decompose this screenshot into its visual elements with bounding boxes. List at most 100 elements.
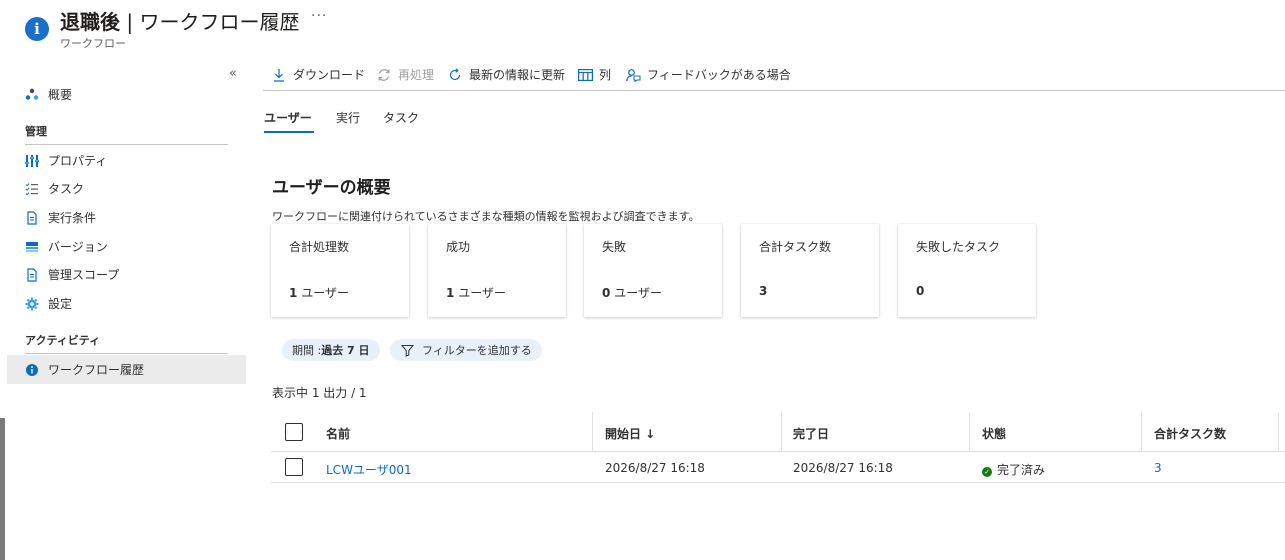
tab-tasks[interactable]: タスク — [383, 109, 419, 126]
reprocess-label: 再処理 — [398, 68, 435, 82]
sidebar-item-label: タスク — [48, 182, 85, 196]
page-title-main: 退職後 — [60, 10, 120, 34]
column-header-start-date[interactable]: 開始日 ↓ — [605, 425, 655, 442]
metric-card-total-processed: 合計処理数 1 ユーザー — [271, 224, 409, 317]
sidebar-item-overview[interactable]: 概要 — [7, 80, 246, 109]
reprocess-icon — [376, 67, 392, 83]
columns-label: 列 — [599, 68, 612, 82]
feedback-button[interactable]: フィードバックがある場合 — [625, 66, 791, 83]
overview-icon — [25, 88, 39, 102]
tab-runs[interactable]: 実行 — [336, 109, 360, 126]
end-date-cell: 2026/8/27 16:18 — [793, 461, 893, 475]
collapse-sidebar-button[interactable]: « — [229, 66, 237, 81]
refresh-icon — [447, 67, 463, 83]
more-options-button[interactable]: ··· — [311, 8, 327, 24]
sidebar-item-properties[interactable]: プロパティ — [7, 146, 246, 175]
sidebar-item-label: 概要 — [48, 88, 73, 102]
column-divider — [781, 412, 782, 452]
refresh-button[interactable]: 最新の情報に更新 — [447, 66, 565, 83]
page-title-rest: ワークフロー履歴 — [139, 10, 300, 34]
sidebar-item-tasks[interactable]: タスク — [7, 174, 246, 203]
section-title-activity: アクティビティ — [25, 334, 101, 347]
metric-number: 3 — [759, 284, 768, 298]
sidebar-item-execution-conditions[interactable]: 実行条件 — [7, 203, 246, 232]
select-all-checkbox[interactable] — [285, 423, 303, 441]
metric-value: 0 ユーザー — [602, 284, 662, 301]
feedback-label: フィードバックがある場合 — [647, 68, 791, 82]
metric-card-success: 成功 1 ユーザー — [428, 224, 566, 317]
metric-label: 合計処理数 — [289, 240, 350, 254]
metric-value: 1 ユーザー — [446, 284, 506, 301]
sidebar-item-versions[interactable]: バージョン — [7, 232, 246, 261]
metric-value: 1 ユーザー — [289, 284, 349, 301]
metric-unit: ユーザー — [458, 286, 506, 300]
document-icon — [25, 267, 39, 282]
start-date-cell: 2026/8/27 16:18 — [605, 461, 705, 475]
tab-users[interactable]: ユーザー — [264, 109, 312, 126]
section-divider — [25, 144, 228, 145]
table-row[interactable]: LCWユーザ001 2026/8/27 16:18 2026/8/27 16:1… — [271, 453, 1285, 483]
metric-label: 成功 — [446, 240, 471, 254]
sidebar-item-label: バージョン — [48, 240, 108, 254]
info-icon: i — [25, 17, 49, 41]
column-divider — [969, 412, 970, 452]
column-header-status[interactable]: 状態 — [982, 425, 1006, 442]
metric-label: 失敗したタスク — [916, 240, 1001, 254]
column-header-end-date[interactable]: 完了日 — [793, 425, 829, 442]
metric-label: 失敗 — [602, 240, 627, 254]
row-checkbox[interactable] — [285, 458, 303, 476]
page-header: i 退職後 | ワークフロー履歴 ··· ワークフロー — [0, 0, 1285, 60]
left-edge-strip — [0, 418, 5, 560]
section-title-manage: 管理 — [25, 125, 47, 138]
metric-card-failed: 失敗 0 ユーザー — [584, 224, 722, 317]
download-icon — [271, 67, 287, 83]
page-title-separator: | — [120, 10, 140, 34]
sidebar-item-label: ワークフロー履歴 — [48, 363, 145, 377]
page-title: 退職後 | ワークフロー履歴 — [60, 6, 299, 35]
metric-number: 0 — [916, 284, 925, 298]
download-button[interactable]: ダウンロード — [271, 66, 365, 83]
properties-icon — [25, 154, 39, 168]
active-tab-indicator — [264, 131, 314, 133]
result-count: 表示中 1 出力 / 1 — [272, 386, 367, 400]
period-filter-pill[interactable]: 期間 : 過去 7 日 — [282, 339, 380, 361]
command-bar: ダウンロード 再処理 最新の情報に更新 列 フィードバックがある場合 — [263, 60, 1285, 91]
column-divider — [592, 412, 593, 452]
metric-card-failed-tasks: 失敗したタスク 0 — [898, 224, 1036, 317]
sidebar-item-settings[interactable]: 設定 — [7, 289, 246, 318]
feedback-icon — [625, 67, 641, 83]
success-check-icon: ✓ — [982, 467, 992, 477]
metric-number: 1 — [446, 286, 455, 300]
sidebar-item-workflow-history[interactable]: ワークフロー履歴 — [7, 355, 246, 384]
metric-label: 合計タスク数 — [759, 240, 832, 254]
user-name-link[interactable]: LCWユーザ001 — [326, 461, 412, 478]
sidebar-item-label: 管理スコープ — [48, 268, 120, 282]
version-icon — [25, 240, 39, 254]
total-tasks-link[interactable]: 3 — [1154, 461, 1162, 475]
column-divider — [1141, 412, 1142, 452]
sidebar-item-label: 実行条件 — [48, 211, 97, 225]
metric-value: 3 — [759, 284, 767, 298]
column-header-name[interactable]: 名前 — [326, 425, 350, 442]
column-header-total-tasks[interactable]: 合計タスク数 — [1154, 425, 1226, 442]
sidebar-item-label: プロパティ — [48, 154, 108, 168]
metric-unit: ユーザー — [301, 286, 349, 300]
table-header: 名前 開始日 ↓ 完了日 状態 合計タスク数 — [271, 412, 1285, 452]
sidebar-item-admin-scope[interactable]: 管理スコープ — [7, 260, 246, 289]
reprocess-button[interactable]: 再処理 — [376, 66, 434, 83]
period-filter-value: 過去 7 日 — [321, 344, 370, 357]
info-icon — [25, 363, 39, 377]
metric-number: 0 — [602, 286, 611, 300]
document-icon — [25, 210, 39, 225]
add-filter-button[interactable]: フィルターを追加する — [390, 339, 542, 361]
sidebar: « 概要 管理 プロパティ タスク 実行条件 バージョン 管理スコープ 設定 ア… — [7, 60, 246, 560]
gear-icon — [25, 297, 39, 311]
metric-card-total-tasks: 合計タスク数 3 — [741, 224, 879, 317]
period-filter-label: 期間 : — [292, 344, 322, 357]
page-subtitle: ワークフロー — [60, 37, 126, 50]
section-divider — [25, 353, 228, 354]
columns-button[interactable]: 列 — [577, 66, 611, 83]
refresh-label: 最新の情報に更新 — [469, 68, 566, 82]
metric-value: 0 — [916, 284, 924, 298]
filter-icon — [400, 343, 414, 357]
